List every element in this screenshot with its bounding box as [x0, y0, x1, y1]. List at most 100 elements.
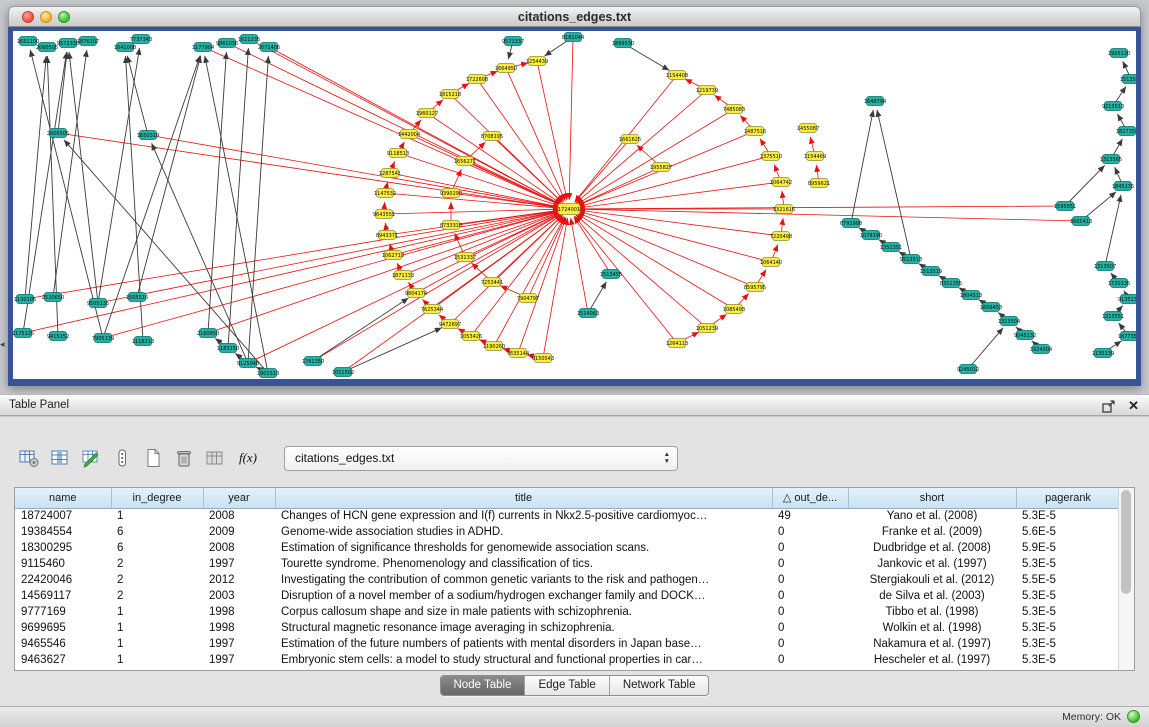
graph-edge[interactable] [208, 52, 226, 333]
table-cell[interactable]: 2009 [203, 524, 275, 540]
graph-edge[interactable] [494, 217, 565, 346]
citation-network-graph[interactable]: 1724001125443916649501722608181521819601… [13, 31, 1136, 379]
table-cell[interactable]: Genome-wide association studies in ADHD. [275, 524, 772, 540]
table-cell[interactable]: 9465546 [15, 636, 111, 652]
table-cell[interactable]: Tourette syndrome. Phenomenology and cla… [275, 556, 772, 572]
table-settings-button[interactable] [16, 445, 42, 471]
graph-node[interactable]: 1064140 [760, 258, 782, 267]
graph-edge[interactable] [208, 212, 561, 333]
graph-node[interactable]: 9045132 [1014, 331, 1036, 340]
graph-node[interactable]: 7485083 [723, 105, 745, 114]
graph-edge[interactable] [578, 156, 771, 207]
graph-node[interactable]: 9415152 [47, 332, 69, 341]
graph-node[interactable]: 1513519 [920, 267, 942, 276]
table-cell[interactable]: 1998 [203, 620, 275, 636]
graph-node[interactable]: 1513455 [600, 270, 622, 279]
graph-node[interactable]: 1455087 [797, 124, 819, 133]
table-cell[interactable]: 14569117 [15, 588, 111, 604]
table-scrollbar-thumb[interactable] [1121, 490, 1131, 594]
graph-node[interactable]: 7635144 [507, 349, 529, 358]
graph-node[interactable]: 1827351 [1116, 127, 1136, 136]
table-cell[interactable]: 5.5E-5 [1016, 572, 1120, 588]
graph-node[interactable]: 2060505 [36, 43, 58, 52]
graph-edge[interactable] [269, 47, 561, 205]
graph-edge[interactable] [492, 136, 563, 203]
memory-status-icon[interactable] [1127, 710, 1140, 723]
table-cell[interactable]: 2008 [203, 540, 275, 556]
graph-node[interactable]: 8959621 [808, 179, 830, 188]
table-cell[interactable]: 0 [772, 540, 848, 556]
table-cell[interactable]: 5.3E-5 [1016, 588, 1120, 604]
graph-node[interactable]: 1053426 [460, 332, 482, 341]
graph-node[interactable]: 1313504 [998, 317, 1020, 326]
graph-node[interactable]: 1147532 [374, 189, 396, 198]
table-row[interactable]: 1938455462009Genome-wide association stu… [15, 524, 1120, 540]
graph-node[interactable]: 1118213 [132, 337, 154, 346]
graph-node[interactable]: 1648794 [864, 97, 886, 106]
graph-node[interactable]: 1351351 [880, 243, 902, 252]
graph-edge[interactable] [384, 209, 560, 214]
column-header-out-degree[interactable]: △ out_de... [772, 488, 848, 508]
graph-node[interactable]: 1487516 [744, 127, 766, 136]
table-cell[interactable]: Stergiakouli et al. (2012) [848, 572, 1016, 588]
graph-edge[interactable] [137, 56, 201, 297]
table-cell[interactable]: 0 [772, 636, 848, 652]
graph-node[interactable]: 8733318 [440, 221, 462, 230]
table-cell[interactable]: Estimation of significance thresholds fo… [275, 540, 772, 556]
table-cell[interactable]: 2 [111, 572, 203, 588]
graph-node[interactable]: 1321616 [773, 205, 795, 214]
table-cell[interactable]: 0 [772, 652, 848, 668]
graph-edge[interactable] [578, 210, 781, 236]
graph-node[interactable]: 1955827 [650, 163, 672, 172]
graph-edge[interactable] [23, 52, 67, 333]
graph-edge[interactable] [528, 217, 565, 298]
table-cell[interactable]: Tibbo et al. (1998) [848, 604, 1016, 620]
graph-node[interactable]: 1815218 [439, 90, 461, 99]
table-cell[interactable]: Corpus callosum shape and size in male p… [275, 604, 772, 620]
graph-edge[interactable] [205, 56, 268, 373]
graph-node[interactable]: 1889530 [612, 39, 634, 48]
graph-edge[interactable] [98, 211, 560, 303]
select-columns-button[interactable] [47, 445, 73, 471]
graph-node[interactable]: 8708195 [481, 132, 503, 141]
column-header-pagerank[interactable]: pagerank [1016, 488, 1120, 508]
graph-node[interactable]: 8181044 [562, 33, 584, 42]
graph-edge[interactable] [1105, 195, 1121, 266]
table-cell[interactable]: 0 [772, 556, 848, 572]
table-cell[interactable]: 1997 [203, 556, 275, 572]
import-table-button[interactable] [202, 445, 228, 471]
graph-node[interactable]: 1804513 [960, 291, 982, 300]
graph-node[interactable]: 1876107 [77, 37, 99, 46]
graph-node[interactable]: 1611235 [238, 35, 260, 44]
graph-node[interactable]: 9513513 [900, 255, 922, 264]
graph-node[interactable]: 9125048 [237, 359, 259, 368]
network-canvas[interactable]: 1724001125443916649501722608181521819601… [13, 31, 1136, 379]
graph-node[interactable]: 2606505 [47, 129, 69, 138]
graph-node[interactable]: 9150543 [532, 354, 554, 363]
graph-node[interactable]: 1905130 [1108, 49, 1130, 58]
graph-node[interactable]: 1079190 [860, 231, 882, 240]
graph-node[interactable]: 6791908 [840, 219, 862, 228]
graph-node[interactable]: 1761350 [302, 357, 324, 366]
table-cell[interactable]: 0 [772, 524, 848, 540]
tab-node-table[interactable]: Node Table [441, 676, 525, 695]
graph-node[interactable]: 1656271 [454, 157, 476, 166]
graph-edge[interactable] [578, 206, 1065, 209]
table-cell[interactable]: 1 [111, 636, 203, 652]
tab-edge-table[interactable]: Edge Table [524, 676, 608, 695]
table-cell[interactable]: 5.3E-5 [1016, 636, 1120, 652]
table-cell[interactable]: 1 [111, 508, 203, 524]
graph-node[interactable]: 1375510 [760, 152, 782, 161]
edit-columns-button[interactable] [78, 445, 104, 471]
graph-node[interactable]: 1254439 [526, 57, 548, 66]
column-header-year[interactable]: year [203, 488, 275, 508]
graph-edge[interactable] [1065, 165, 1105, 206]
table-row[interactable]: 946554611997Estimation of the future num… [15, 636, 1120, 652]
table-scrollbar[interactable] [1118, 488, 1134, 670]
graph-node[interactable]: 1175135 [13, 329, 34, 338]
table-cell[interactable]: 2012 [203, 572, 275, 588]
graph-node[interactable]: 7253441 [481, 278, 503, 287]
graph-node[interactable]: 1505516 [126, 293, 148, 302]
table-cell[interactable]: Estimation of the future numbers of pati… [275, 636, 772, 652]
graph-edge[interactable] [578, 211, 771, 262]
